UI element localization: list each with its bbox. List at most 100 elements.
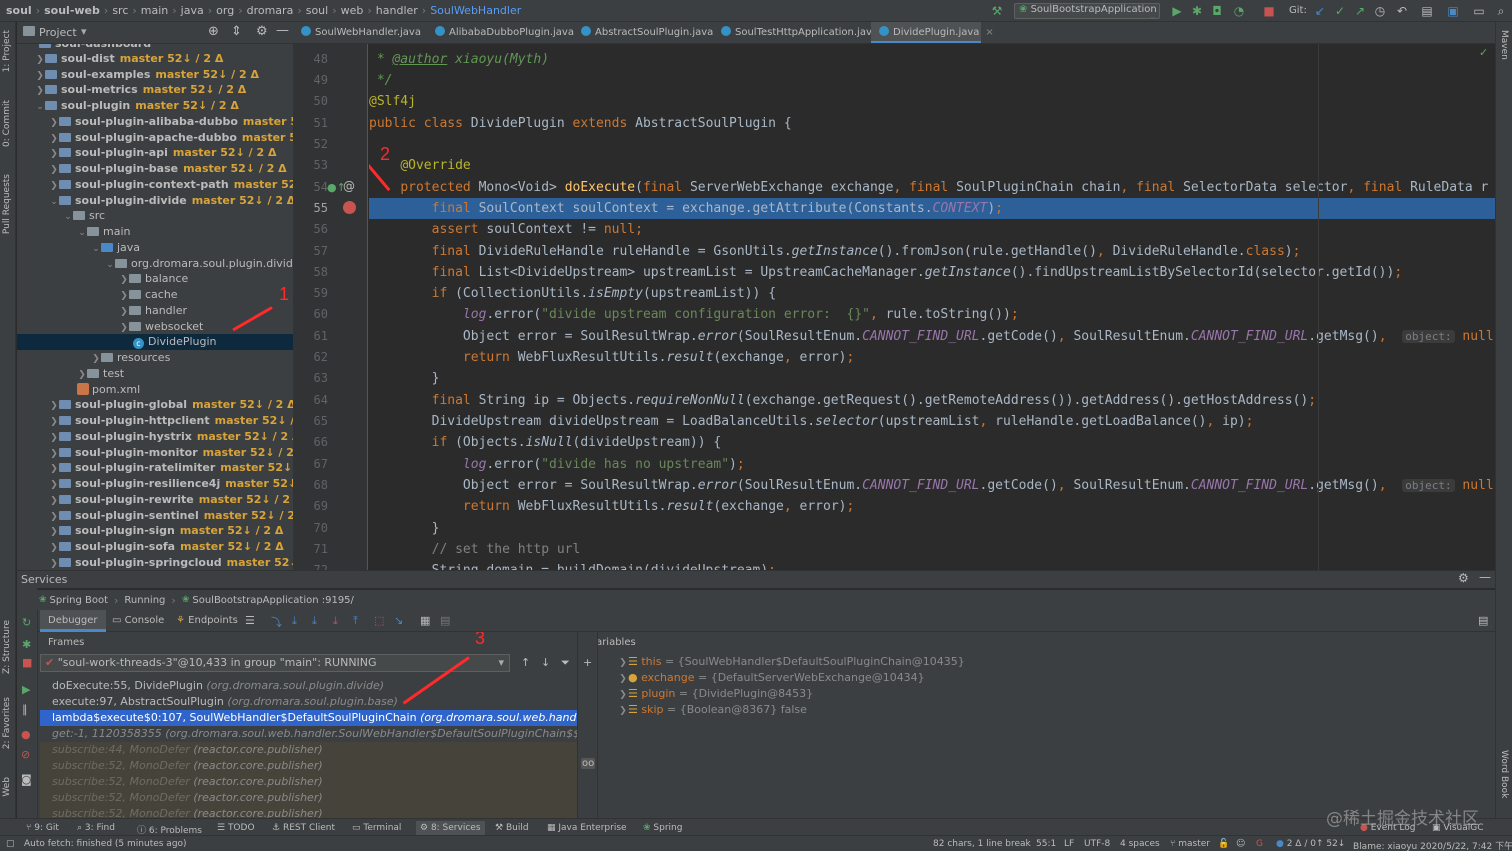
chevron-right-icon[interactable]: ❯ (618, 703, 628, 719)
chevron-right-icon[interactable]: ❯ (35, 52, 45, 68)
editor-tab[interactable]: SoulWebHandler.java (293, 22, 427, 43)
services-node[interactable]: Running (124, 595, 165, 606)
window-icon[interactable]: ▭ (1472, 4, 1486, 18)
tool-tab-java-enterprise[interactable]: ▦ Java Enterprise (547, 823, 627, 833)
inspector-icon[interactable]: ☺ (1236, 839, 1245, 849)
hammer-icon[interactable]: ⚒ (990, 4, 1004, 18)
breadcrumb-item[interactable]: src (112, 4, 128, 17)
tree-item[interactable]: ⌄ soul-plugin-divide master 52↓ / 2 Δ (17, 193, 293, 209)
thread-select[interactable]: ✔ "soul-work-threads-3"@10,433 in group … (40, 654, 510, 672)
chevron-right-icon[interactable]: ❯ (49, 524, 59, 540)
chevron-right-icon[interactable]: ❯ (49, 178, 59, 194)
stop-icon[interactable]: ■ (22, 656, 32, 669)
git-update-icon[interactable]: ↙ (1313, 4, 1327, 18)
mute-breakpoints-icon[interactable]: ⊘ (21, 748, 30, 761)
run-icon[interactable]: ▶ (1170, 4, 1184, 18)
tree-item-selected[interactable]: c DividePlugin (17, 334, 293, 350)
menu-icon[interactable]: ☰ (245, 614, 255, 627)
tree-item[interactable]: ❯soul-plugin-monitormaster 52↓ / 2 Δ (17, 445, 293, 461)
chevron-right-icon[interactable]: ❯ (618, 687, 628, 703)
services-node[interactable]: Spring Boot (50, 595, 108, 606)
tree-item[interactable]: ⌄ main (17, 224, 293, 240)
tree-item[interactable]: ⌄ soul-plugin master 52↓ / 2 Δ (17, 98, 293, 114)
caret-position[interactable]: 55:1 (1036, 839, 1056, 849)
tree-item[interactable]: ❯ cache (17, 287, 293, 303)
hide-icon[interactable]: — (276, 23, 289, 38)
chevron-right-icon[interactable]: ❯ (35, 83, 45, 99)
tree-item[interactable]: ❯ soul-plugin-base master 52↓ / 2 Δ (17, 161, 293, 177)
chevron-right-icon[interactable]: ❯ (49, 414, 59, 430)
camera-icon[interactable]: ◙ (21, 773, 32, 786)
chevron-right-icon[interactable]: ❯ (618, 671, 628, 687)
chevron-right-icon[interactable]: ❯ (49, 115, 59, 131)
tool-window-commit[interactable]: 0: Commit (2, 100, 12, 147)
chevron-right-icon[interactable]: ❯ (49, 461, 59, 477)
debug-icon[interactable]: ✱ (1190, 4, 1204, 18)
step-over-icon[interactable]: ⤓ (292, 614, 297, 628)
tree-item[interactable]: ❯ soul-plugin-hystrix master 52↓ / 2 Δ (17, 429, 293, 445)
tree-item[interactable]: ❯ balance (17, 271, 293, 287)
frame-row[interactable]: subscribe:52, MonoDefer (reactor.core.pu… (40, 806, 577, 818)
step-into-icon[interactable]: ⤓ (312, 614, 317, 628)
tab-console[interactable]: ▭ Console (104, 610, 172, 632)
breadcrumb-item[interactable]: web (341, 4, 364, 17)
chevron-right-icon[interactable]: ❯ (49, 146, 59, 162)
status-message-icon[interactable]: ▢ (6, 839, 15, 849)
debug-icon[interactable]: ✱ (22, 638, 31, 651)
git-commit-icon[interactable]: ✓ (1333, 4, 1347, 18)
chevron-right-icon[interactable]: ❯ (119, 304, 129, 320)
chevron-right-icon[interactable]: ❯ (91, 351, 101, 367)
frame-row[interactable]: subscribe:52, MonoDefer (reactor.core.pu… (40, 790, 577, 806)
trace-icon[interactable]: ▤ (440, 614, 450, 627)
resume-icon[interactable]: ▶ (22, 683, 30, 696)
chevron-right-icon[interactable]: ❯ (49, 540, 59, 556)
frame-row[interactable]: get:-1, 1120358355 (org.dromara.soul.web… (40, 726, 577, 742)
lock-icon[interactable]: 🔓 (1218, 839, 1229, 849)
tool-tab-terminal[interactable]: ▭ Terminal (352, 823, 401, 833)
breadcrumb-item[interactable]: SoulWebHandler (430, 4, 521, 17)
arrow-down-icon[interactable]: ↓ (541, 656, 550, 669)
tool-window-pull-requests[interactable]: Pull Requests (2, 174, 12, 234)
stop-icon[interactable]: ■ (1262, 4, 1276, 18)
line-separator[interactable]: LF (1064, 839, 1074, 849)
pause-icon[interactable]: ∥ (22, 703, 28, 716)
view-breakpoints-icon[interactable]: ● (21, 728, 31, 741)
frame-row[interactable]: doExecute:55, DividePlugin (org.dromara.… (40, 678, 577, 694)
chevron-right-icon[interactable]: ❯ (618, 655, 628, 671)
chevron-right-icon[interactable]: ❯ (119, 272, 129, 288)
tree-item[interactable]: ⌄ java (17, 240, 293, 256)
chevron-right-icon[interactable]: ❯ (49, 162, 59, 178)
collapse-icon[interactable]: ⇕ (231, 24, 242, 39)
tree-item[interactable]: ❯ soul-plugin-global master 52↓ / 2 Δ (17, 397, 293, 413)
chevron-down-icon[interactable]: ⌄ (63, 209, 73, 225)
chevron-down-icon[interactable]: ⌄ (91, 241, 101, 257)
run-configuration-select[interactable]: ❀ SoulBootstrapApplication▾ (1014, 3, 1160, 19)
tab-endpoints[interactable]: ⚘ Endpoints (168, 610, 246, 632)
translate-icon[interactable]: ▣ (1446, 4, 1460, 18)
tree-item[interactable]: ❯ soul-examples master 52↓ / 2 Δ (17, 67, 293, 83)
chevron-right-icon[interactable]: ❯ (119, 288, 129, 304)
tool-window-word-book[interactable]: Word Book (1499, 750, 1509, 798)
vcs-status[interactable]: ● 2 Δ / 0↑ 52↓ (1276, 839, 1345, 849)
services-node[interactable]: SoulBootstrapApplication :9195/ (192, 595, 354, 606)
tool-tab-rest-client[interactable]: ⚓ REST Client (272, 823, 335, 833)
tree-item[interactable]: ❯ soul-metrics master 52↓ / 2 Δ (17, 82, 293, 98)
editor-tab[interactable]: AbstractSoulPlugin.java (573, 22, 713, 43)
chevron-down-icon[interactable]: ▾ (81, 25, 87, 38)
project-structure-icon[interactable]: ▤ (1420, 4, 1434, 18)
run-to-cursor-icon[interactable]: ↘ (394, 614, 403, 627)
tree-item[interactable]: ❯ soul-dist master 52↓ / 2 Δ (17, 51, 293, 67)
tree-item[interactable]: ❯soul-plugin-sentinelmaster 52↓ / 2 Δ (17, 508, 293, 524)
tree-item[interactable]: ❯ websocket (17, 319, 293, 335)
git-push-icon[interactable]: ↗ (1353, 4, 1367, 18)
layout-icon[interactable]: ▤ (1478, 614, 1488, 627)
hide-icon[interactable]: — (1479, 570, 1491, 584)
tree-item[interactable]: ❯soul-plugin-context-pathmaster 52↓ / ? (17, 177, 293, 193)
arrow-up-icon[interactable]: ↑ (521, 656, 530, 669)
tool-tab-git[interactable]: ⑂ 9: Git (26, 823, 59, 833)
tree-item[interactable]: ❯soul-plugin-apache-dubbomaster 52↓ , (17, 130, 293, 146)
tree-item[interactable]: pom.xml (17, 382, 293, 398)
code-editor[interactable]: * @author xiaoyu(Myth) */ @Slf4j public … (369, 44, 1495, 570)
chevron-right-icon[interactable]: ❯ (49, 493, 59, 509)
breakpoint-icon[interactable] (343, 201, 356, 214)
